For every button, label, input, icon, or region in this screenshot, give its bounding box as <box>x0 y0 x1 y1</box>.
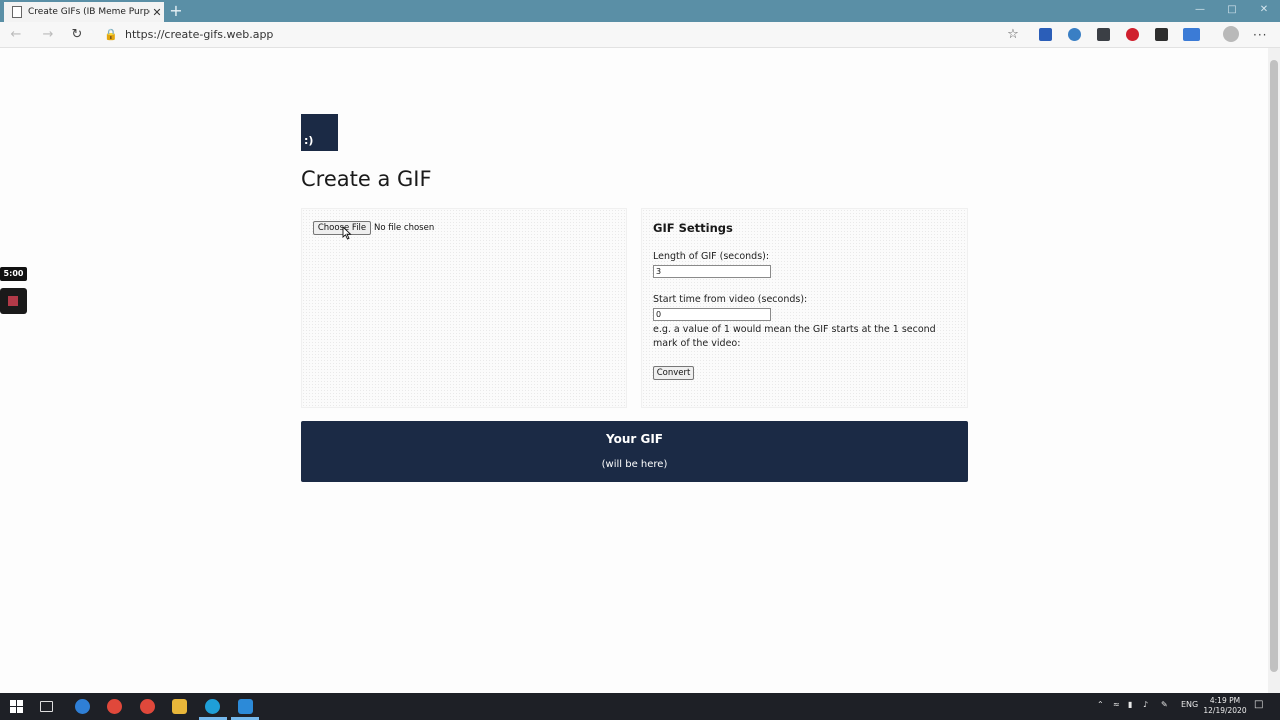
start-time-hint: e.g. a value of 1 would mean the GIF sta… <box>653 324 936 349</box>
tab-title: Create GIFs (IB Meme Purposes) <box>28 7 150 17</box>
convert-button[interactable]: Convert <box>653 366 694 380</box>
language-indicator[interactable]: ENG <box>1181 700 1198 709</box>
page-icon <box>12 6 22 18</box>
address-bar: ← → ↻ 🔒 https://create-gifs.web.app ☆ ··… <box>0 22 1280 48</box>
gif-settings-panel: GIF Settings Length of GIF (seconds): 3 … <box>641 208 968 408</box>
forward-icon[interactable]: → <box>38 25 58 45</box>
file-explorer-icon[interactable] <box>172 699 187 714</box>
site-logo: :) <box>301 114 338 151</box>
minimize-icon[interactable]: — <box>1184 0 1216 22</box>
vscode-icon[interactable] <box>238 699 253 714</box>
result-placeholder: (will be here) <box>601 459 668 470</box>
back-icon[interactable]: ← <box>6 25 26 45</box>
task-view-icon[interactable] <box>40 701 53 712</box>
browser-tab[interactable]: Create GIFs (IB Meme Purposes) ✕ <box>4 2 164 22</box>
edge-icon[interactable] <box>205 699 220 714</box>
clock-date: 12/19/2020 <box>1203 706 1247 715</box>
new-extension-icon[interactable] <box>1183 28 1200 41</box>
mouse-cursor-icon <box>342 226 352 240</box>
file-status: No file chosen <box>374 223 435 233</box>
settings-title: GIF Settings <box>653 221 733 235</box>
profile-avatar[interactable] <box>1223 26 1239 42</box>
length-input[interactable]: 3 <box>653 265 771 278</box>
maximize-icon[interactable]: □ <box>1216 0 1248 22</box>
start-time-input[interactable]: 0 <box>653 308 771 321</box>
word-extension-icon[interactable] <box>1039 28 1052 41</box>
app-icon[interactable] <box>75 699 90 714</box>
recording-timer: 5:00 <box>0 267 27 281</box>
browser-menu-icon[interactable]: ··· <box>1253 25 1267 45</box>
logo-text: :) <box>304 134 314 147</box>
network-icon[interactable]: ≈ <box>1113 700 1120 709</box>
new-tab-button[interactable]: + <box>169 1 183 21</box>
chrome-icon[interactable] <box>140 699 155 714</box>
volume-icon[interactable]: ♪ <box>1143 700 1148 709</box>
close-window-icon[interactable]: ✕ <box>1248 0 1280 22</box>
notifications-icon[interactable]: □ <box>1254 699 1263 710</box>
browser-tab-bar: Create GIFs (IB Meme Purposes) ✕ + — □ ✕ <box>0 0 1280 22</box>
close-tab-icon[interactable]: ✕ <box>150 6 164 19</box>
opera-extension-icon[interactable] <box>1126 28 1139 41</box>
extension-icon[interactable] <box>1068 28 1081 41</box>
taskbar: ⌃ ≈ ▮ ♪ ✎ ENG 4:19 PM 12/19/2020 □ <box>0 693 1280 720</box>
windows-start-icon[interactable] <box>10 700 23 713</box>
upload-panel: Choose File No file chosen <box>301 208 627 408</box>
page-scrollbar[interactable] <box>1268 48 1280 693</box>
clock-time: 4:19 PM <box>1209 696 1241 705</box>
url-field[interactable]: https://create-gifs.web.app <box>125 26 273 44</box>
start-time-label: Start time from video (seconds): <box>653 294 808 305</box>
extension-icon[interactable] <box>1155 28 1168 41</box>
length-label: Length of GIF (seconds): <box>653 251 770 262</box>
window-controls: — □ ✕ <box>1184 0 1280 22</box>
pen-icon[interactable]: ✎ <box>1161 700 1168 709</box>
stop-recording-button[interactable] <box>0 288 27 314</box>
refresh-icon[interactable]: ↻ <box>67 25 87 45</box>
system-clock[interactable]: 4:19 PM 12/19/2020 <box>1200 696 1250 716</box>
stop-icon <box>8 296 18 306</box>
tray-chevron-icon[interactable]: ⌃ <box>1097 700 1104 709</box>
gif-result-area: Your GIF (will be here) <box>301 421 968 482</box>
result-title: Your GIF <box>606 432 663 446</box>
page-title: Create a GIF <box>301 167 432 191</box>
extension-icon[interactable] <box>1097 28 1110 41</box>
chrome-icon[interactable] <box>107 699 122 714</box>
favorite-star-icon[interactable]: ☆ <box>1005 25 1021 45</box>
lock-icon[interactable]: 🔒 <box>104 25 118 45</box>
scrollbar-thumb[interactable] <box>1270 60 1278 672</box>
battery-icon[interactable]: ▮ <box>1128 700 1132 709</box>
